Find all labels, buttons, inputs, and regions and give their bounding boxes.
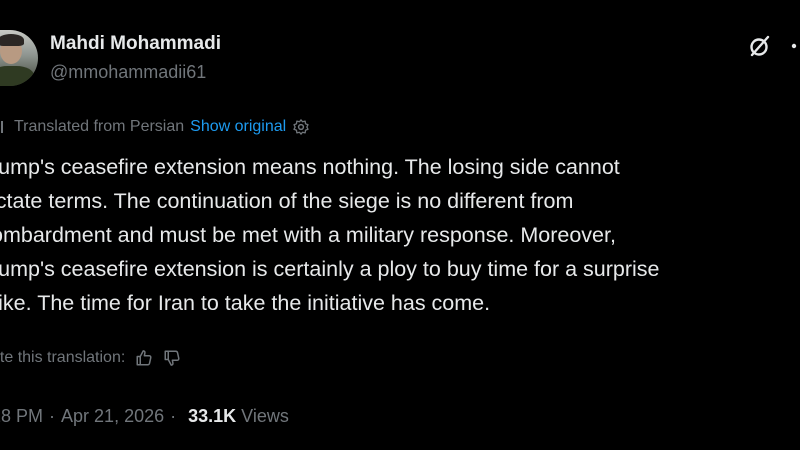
author-display-name[interactable]: Mahdi Mohammadi xyxy=(50,33,221,55)
author-handle[interactable]: @mmohammadii61 xyxy=(50,62,206,83)
tweet-meta: 28 PM · Apr 21, 2026 · 33.1K Views xyxy=(0,403,289,429)
post-date[interactable]: Apr 21, 2026 xyxy=(61,406,164,427)
thumbs-up-icon[interactable] xyxy=(135,349,153,367)
meta-separator: · xyxy=(49,405,56,426)
post-time[interactable]: 28 PM xyxy=(0,406,43,427)
avatar[interactable] xyxy=(0,30,38,86)
more-options-icon[interactable] xyxy=(790,38,800,54)
gear-icon[interactable] xyxy=(292,118,310,136)
meta-separator: · xyxy=(170,405,177,426)
tweet-text-line: rump's ceasefire extension is certainly … xyxy=(0,257,660,281)
views-label: Views xyxy=(241,405,289,426)
grok-icon[interactable] xyxy=(748,34,772,58)
tweet-text-line: ombardment and must be met with a milita… xyxy=(0,223,616,247)
translate-icon xyxy=(1,121,3,133)
tweet-text-line: rike. The time for Iran to take the init… xyxy=(0,291,491,315)
thumbs-down-icon[interactable] xyxy=(163,349,181,367)
show-original-link[interactable]: Show original xyxy=(190,118,286,136)
tweet-text-line: ictate terms. The continuation of the si… xyxy=(0,189,574,213)
rate-translation-label: ate this translation: xyxy=(0,349,126,366)
rate-translation-row: ate this translation: xyxy=(0,346,181,370)
translated-from-label: Translated from Persian xyxy=(14,118,185,135)
translation-bar: Translated from Persian Show original xyxy=(0,116,310,138)
tweet-text-line: rump's ceasefire extension means nothing… xyxy=(0,155,620,179)
tweet-text: rump's ceasefire extension means nothing… xyxy=(0,150,800,320)
tweet: Mahdi Mohammadi @mmohammadii61 Translate… xyxy=(0,0,800,450)
views-count: 33.1K xyxy=(188,405,237,426)
